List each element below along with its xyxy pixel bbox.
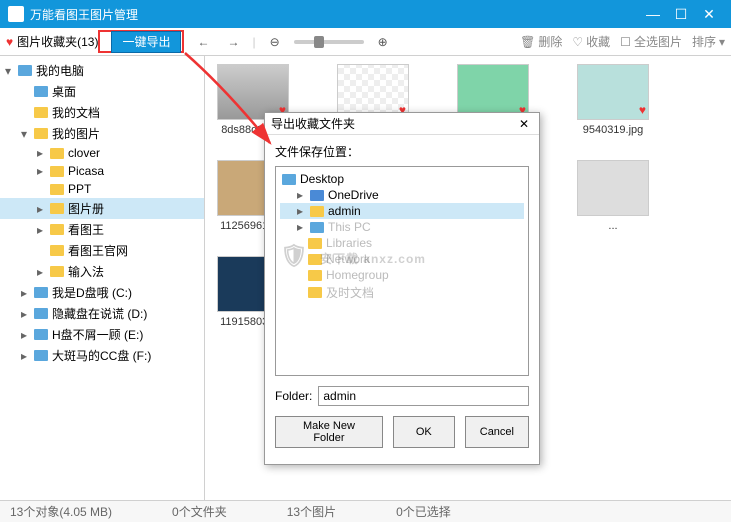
folder-icon (50, 224, 64, 235)
folder-label: Folder: (275, 389, 312, 403)
tree-item-drive-e[interactable]: ▸H盘不屑一顾 (E:) (0, 324, 204, 345)
sidebar: ▾我的电脑 桌面 我的文档 ▾我的图片 ▸clover ▸Picasa PPT … (0, 56, 205, 500)
thumbnail[interactable]: ... (573, 160, 653, 232)
folder-icon (50, 166, 64, 177)
user-icon (310, 206, 324, 217)
dialog-folder-row: Folder: (275, 386, 529, 406)
network-icon (308, 254, 322, 265)
status-selected: 0个已选择 (396, 503, 451, 520)
tree-item-documents[interactable]: 我的文档 (0, 102, 204, 123)
tree-item-clover[interactable]: ▸clover (0, 144, 204, 162)
drive-icon (34, 287, 48, 298)
sort-button[interactable]: 排序▾ (692, 33, 725, 50)
thumbnail[interactable]: ♥9540319.jpg (573, 64, 653, 136)
export-dialog: 导出收藏文件夹 ✕ 文件保存位置： Desktop ▸OneDrive ▸adm… (264, 112, 540, 465)
tree-admin[interactable]: ▸admin (280, 203, 524, 219)
folder-icon (34, 107, 48, 118)
folder-icon (50, 266, 64, 277)
checkbox-icon: ☐ (620, 35, 631, 49)
dialog-close-button[interactable]: ✕ (515, 117, 533, 131)
status-images: 13个图片 (287, 503, 336, 520)
toolbar-right: 🗑删除 ♡收藏 ☐全选图片 排序▾ (520, 33, 725, 50)
highlight-box: 一键导出 (98, 30, 184, 53)
drive-icon (34, 350, 48, 361)
tree-item-kantuking-web[interactable]: 看图王官网 (0, 240, 204, 261)
tree-item-kantuking[interactable]: ▸看图王 (0, 219, 204, 240)
folder-icon (34, 128, 48, 139)
heart-icon: ♥ (6, 35, 13, 49)
toolbar: ← → | ⊖ ⊕ (192, 31, 393, 53)
favorite-button[interactable]: ♡收藏 (572, 33, 610, 50)
minimize-button[interactable]: — (639, 6, 667, 22)
folder-icon (50, 203, 64, 214)
tree-item-desktop[interactable]: 桌面 (0, 81, 204, 102)
status-folders: 0个文件夹 (172, 503, 227, 520)
forward-button[interactable]: → (222, 31, 244, 53)
tree-libraries[interactable]: Libraries (280, 235, 524, 251)
heart-outline-icon: ♡ (572, 35, 583, 49)
ok-button[interactable]: OK (393, 416, 455, 448)
tree-onedrive[interactable]: ▸OneDrive (280, 187, 524, 203)
folder-icon (50, 245, 64, 256)
favorites-count: 图片收藏夹(13) (17, 33, 98, 50)
tree-network[interactable]: Network (280, 251, 524, 267)
heart-icon: ♥ (639, 103, 646, 117)
drive-icon (34, 329, 48, 340)
select-all-button[interactable]: ☐全选图片 (620, 33, 682, 50)
app-title: 万能看图王图片管理 (30, 6, 639, 23)
statusbar: 13个对象(4.05 MB) 0个文件夹 13个图片 0个已选择 (0, 500, 731, 522)
app-icon (8, 6, 24, 22)
delete-button[interactable]: 🗑删除 (520, 33, 562, 50)
dialog-title: 导出收藏文件夹 (271, 115, 515, 132)
tree-item-drive-d[interactable]: ▸隐藏盘在说谎 (D:) (0, 303, 204, 324)
dialog-folder-tree[interactable]: Desktop ▸OneDrive ▸admin ▸This PC Librar… (275, 166, 529, 376)
tree-item-drive-c[interactable]: ▸我是D盘哦 (C:) (0, 282, 204, 303)
zoom-out-button[interactable]: ⊖ (264, 31, 286, 53)
onedrive-icon (310, 190, 324, 201)
desktop-icon (34, 86, 48, 97)
libraries-icon (308, 238, 322, 249)
cancel-button[interactable]: Cancel (465, 416, 529, 448)
desktop-icon (282, 174, 296, 185)
tree-recent[interactable]: 及时文档 (280, 283, 524, 302)
pc-icon (18, 65, 32, 76)
folder-input[interactable] (318, 386, 529, 406)
export-button[interactable]: 一键导出 (111, 31, 181, 53)
homegroup-icon (308, 270, 322, 281)
folder-icon (50, 184, 64, 195)
zoom-in-button[interactable]: ⊕ (372, 31, 394, 53)
zoom-slider[interactable] (294, 40, 364, 44)
drive-icon (34, 308, 48, 319)
folder-icon (308, 287, 322, 298)
status-count: 13个对象(4.05 MB) (10, 503, 112, 520)
dialog-label: 文件保存位置： (275, 143, 529, 160)
dialog-buttons: Make New Folder OK Cancel (275, 416, 529, 456)
tree-item-pictures[interactable]: ▾我的图片 (0, 123, 204, 144)
tree-item-ppt[interactable]: PPT (0, 180, 204, 198)
pc-icon (310, 222, 324, 233)
make-new-folder-button[interactable]: Make New Folder (275, 416, 383, 448)
titlebar: 万能看图王图片管理 — ☐ ✕ (0, 0, 731, 28)
chevron-down-icon: ▾ (719, 35, 725, 49)
tree-item-picasa[interactable]: ▸Picasa (0, 162, 204, 180)
maximize-button[interactable]: ☐ (667, 6, 695, 23)
close-button[interactable]: ✕ (695, 6, 723, 23)
trash-icon: 🗑 (520, 35, 535, 49)
tree-homegroup[interactable]: Homegroup (280, 267, 524, 283)
tree-item-ime[interactable]: ▸输入法 (0, 261, 204, 282)
favorites-label: ♥ 图片收藏夹(13) (6, 33, 98, 50)
tree-desktop[interactable]: Desktop (280, 171, 524, 187)
tree-thispc[interactable]: ▸This PC (280, 219, 524, 235)
tree-root[interactable]: ▾我的电脑 (0, 60, 204, 81)
dialog-titlebar: 导出收藏文件夹 ✕ (265, 113, 539, 135)
tree-item-drive-f[interactable]: ▸大斑马的CC盘 (F:) (0, 345, 204, 366)
header-bar: ♥ 图片收藏夹(13) 一键导出 ← → | ⊖ ⊕ 🗑删除 ♡收藏 ☐全选图片… (0, 28, 731, 56)
back-button[interactable]: ← (192, 31, 214, 53)
folder-icon (50, 148, 64, 159)
tree-item-album[interactable]: ▸图片册 (0, 198, 204, 219)
